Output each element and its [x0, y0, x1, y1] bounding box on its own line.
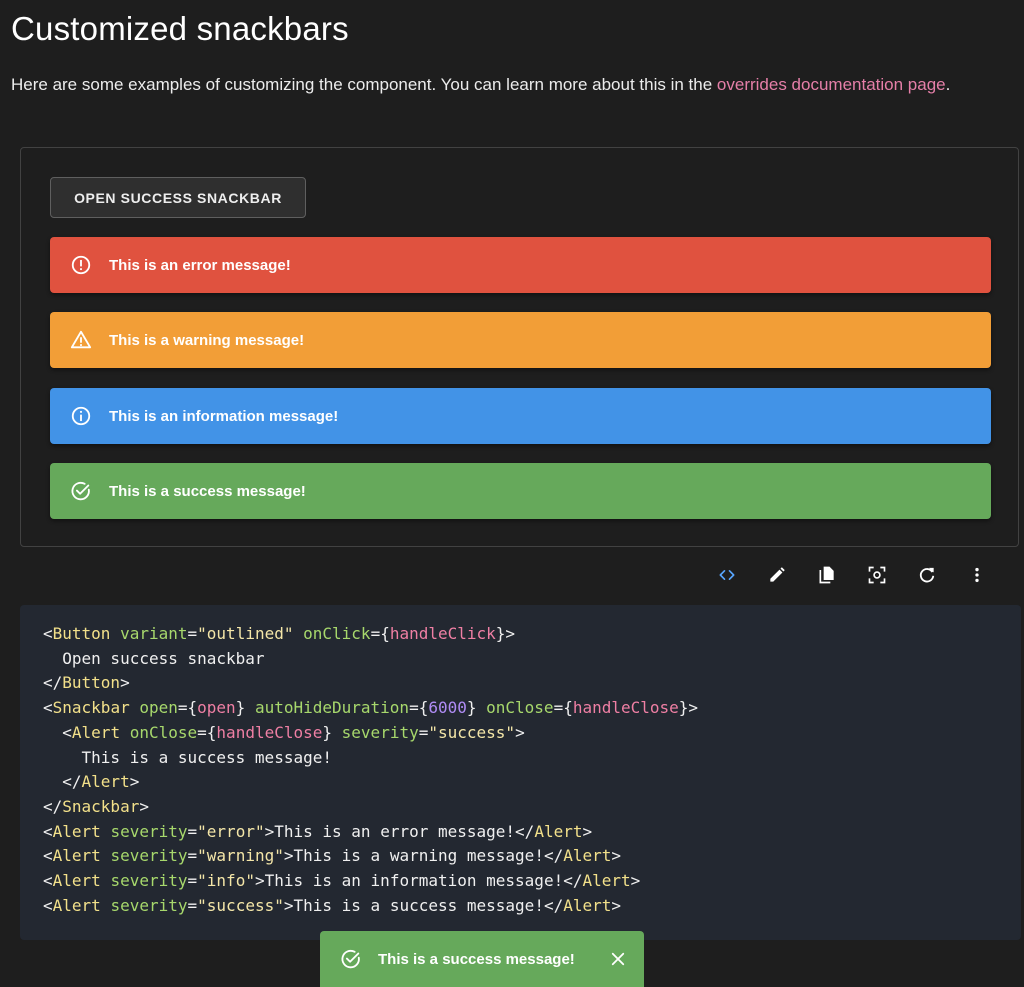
demo-container: OPEN SUCCESS SNACKBAR This is an error m…	[20, 147, 1019, 547]
error-outline-icon	[70, 254, 92, 276]
snackbar-message: This is a success message!	[378, 950, 575, 968]
alert-message: This is an error message!	[109, 256, 291, 274]
code-line: This is a success message!	[43, 747, 332, 767]
edit-icon[interactable]	[765, 562, 789, 588]
code-line: </Snackbar>	[43, 796, 149, 816]
code-toolbar	[715, 562, 1015, 588]
more-vert-icon[interactable]	[965, 562, 989, 588]
code-line: Open success snackbar	[43, 648, 265, 668]
code-line: <Button variant="outlined" onClick={hand…	[43, 624, 516, 643]
close-icon[interactable]	[608, 949, 628, 969]
code-line: </Alert>	[43, 772, 140, 792]
code-block: <Button variant="outlined" onClick={hand…	[20, 605, 1021, 940]
code-icon[interactable]	[715, 562, 739, 588]
success-snackbar: This is a success message!	[320, 931, 644, 987]
alert-warning: This is a warning message!	[50, 312, 991, 368]
code-line: </Button>	[43, 673, 130, 693]
alert-message: This is a success message!	[109, 482, 306, 500]
intro-text: Here are some examples of customizing th…	[11, 75, 717, 94]
intro-paragraph: Here are some examples of customizing th…	[11, 70, 1024, 99]
copy-icon[interactable]	[815, 562, 839, 588]
code-line: <Alert severity="info">This is an inform…	[43, 871, 641, 891]
alert-message: This is a warning message!	[109, 331, 305, 349]
alert-info: This is an information message!	[50, 388, 991, 444]
check-circle-outline-icon	[340, 948, 362, 970]
code-line: <Alert onClose={handleClose} severity="s…	[43, 722, 525, 742]
refresh-icon[interactable]	[915, 562, 939, 588]
code-line: <Alert severity="warning">This is a warn…	[43, 846, 622, 866]
code-line: <Alert severity="success">This is a succ…	[43, 895, 622, 915]
code-line: <Snackbar open={open} autoHideDuration={…	[43, 698, 699, 718]
overrides-docs-link[interactable]: overrides documentation page	[717, 75, 946, 94]
alert-success: This is a success message!	[50, 463, 991, 519]
check-circle-outline-icon	[70, 480, 92, 502]
info-outline-icon	[70, 405, 92, 427]
alert-message: This is an information message!	[109, 407, 339, 425]
screenshot-icon[interactable]	[865, 562, 889, 588]
open-success-snackbar-button[interactable]: OPEN SUCCESS SNACKBAR	[50, 177, 306, 218]
warning-amber-icon	[70, 329, 92, 351]
alert-error: This is an error message!	[50, 237, 991, 293]
intro-end: .	[945, 75, 951, 94]
code-line: <Alert severity="error">This is an error…	[43, 821, 593, 841]
page-title: Customized snackbars	[11, 10, 349, 47]
